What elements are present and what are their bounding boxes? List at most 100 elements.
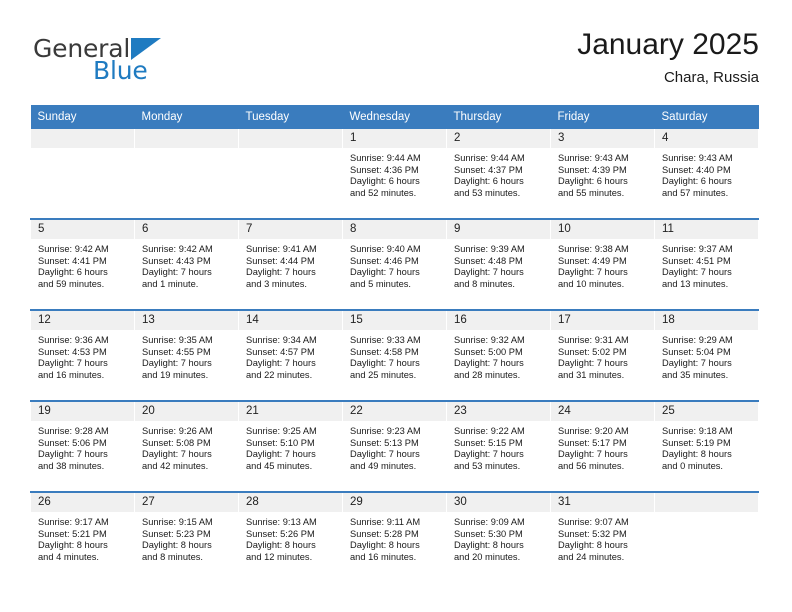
day-cell-inner: 11 Sunrise: 9:37 AM Sunset: 4:51 PM Dayligh… [655, 220, 758, 309]
day-details: Sunrise: 9:33 AM Sunset: 4:58 PM Daylight:… [343, 330, 446, 381]
day-cell-inner: 31 Sunrise: 9:07 AM Sunset: 5:32 PM Dayligh… [551, 493, 654, 582]
day-details: Sunrise: 9:26 AM Sunset: 5:08 PM Daylight:… [135, 421, 238, 472]
calendar-day-cell[interactable]: 14 Sunrise: 9:34 AM Sunset: 4:57 PM Dayligh… [238, 309, 343, 401]
day-detail-line: Sunrise: 9:43 AM [558, 153, 629, 163]
day-detail-line: Daylight: 7 hours [246, 267, 316, 278]
day-detail-line: Sunset: 5:19 PM [662, 437, 731, 448]
calendar-day-cell[interactable]: 4 Sunrise: 9:43 AM Sunset: 4:40 PM Daylight… [654, 129, 759, 219]
day-number: 29 [343, 493, 446, 512]
day-detail-line: Sunset: 4:41 PM [38, 255, 107, 266]
day-detail-line: and 19 minutes. [142, 369, 209, 380]
page-subtitle: Chara, Russia [663, 68, 759, 86]
brand-logo[interactable]: General Blue [33, 36, 213, 92]
day-cell-inner: 17 Sunrise: 9:31 AM Sunset: 5:02 PM Dayligh… [551, 311, 654, 400]
calendar-day-cell[interactable]: 29 Sunrise: 9:11 AM Sunset: 5:28 PM Dayligh… [342, 491, 447, 582]
day-details: Sunrise: 9:37 AM Sunset: 4:51 PM Daylight:… [655, 239, 758, 290]
calendar-day-cell[interactable]: 31 Sunrise: 9:07 AM Sunset: 5:32 PM Dayligh… [550, 491, 655, 582]
calendar-day-cell[interactable]: 6 Sunrise: 9:42 AM Sunset: 4:43 PM Daylight… [134, 218, 239, 310]
day-detail-line: Sunrise: 9:26 AM [142, 426, 213, 436]
day-detail-line: Daylight: 7 hours [142, 358, 212, 369]
calendar-day-cell[interactable]: 15 Sunrise: 9:33 AM Sunset: 4:58 PM Dayligh… [342, 309, 447, 401]
page-title: January 2025 [577, 28, 759, 61]
calendar-day-cell[interactable]: 1 Sunrise: 9:44 AM Sunset: 4:36 PM Daylight… [342, 129, 447, 219]
day-number: 14 [239, 311, 342, 330]
calendar-day-cell[interactable]: 23 Sunrise: 9:22 AM Sunset: 5:15 PM Dayligh… [446, 400, 551, 492]
day-cell-inner: 24 Sunrise: 9:20 AM Sunset: 5:17 PM Dayligh… [551, 402, 654, 491]
day-detail-line: and 25 minutes. [350, 369, 417, 380]
day-detail-line: Sunrise: 9:18 AM [662, 426, 733, 436]
day-detail-line: Sunrise: 9:25 AM [246, 426, 317, 436]
calendar-day-cell[interactable]: 19 Sunrise: 9:28 AM Sunset: 5:06 PM Dayligh… [30, 400, 135, 492]
calendar-week-row: 1 Sunrise: 9:44 AM Sunset: 4:36 PM Daylight… [30, 129, 759, 219]
day-detail-line: and 38 minutes. [38, 460, 105, 471]
calendar-week-row: 12 Sunrise: 9:36 AM Sunset: 4:53 PM Dayligh… [30, 309, 759, 401]
calendar-day-cell[interactable]: 10 Sunrise: 9:38 AM Sunset: 4:49 PM Dayligh… [550, 218, 655, 310]
day-detail-line: Sunrise: 9:38 AM [558, 244, 629, 254]
calendar-day-cell[interactable]: 8 Sunrise: 9:40 AM Sunset: 4:46 PM Daylight… [342, 218, 447, 310]
calendar-day-cell[interactable]: 27 Sunrise: 9:15 AM Sunset: 5:23 PM Dayligh… [134, 491, 239, 582]
day-detail-line: Sunset: 5:28 PM [350, 528, 419, 539]
day-cell-inner [135, 129, 238, 218]
day-cell-inner: 15 Sunrise: 9:33 AM Sunset: 4:58 PM Dayligh… [343, 311, 446, 400]
title-block: January 2025 Chara, Russia [577, 28, 759, 86]
calendar-day-cell[interactable]: 11 Sunrise: 9:37 AM Sunset: 4:51 PM Dayligh… [654, 218, 759, 310]
calendar-table: Sunday Monday Tuesday Wednesday Thursday Frid… [30, 105, 759, 582]
calendar-day-cell[interactable]: 7 Sunrise: 9:41 AM Sunset: 4:44 PM Daylight… [238, 218, 343, 310]
day-cell-inner: 13 Sunrise: 9:35 AM Sunset: 4:55 PM Dayligh… [135, 311, 238, 400]
day-cell-inner: 5 Sunrise: 9:42 AM Sunset: 4:41 PM Daylight… [31, 220, 134, 309]
calendar-day-cell[interactable]: 28 Sunrise: 9:13 AM Sunset: 5:26 PM Dayligh… [238, 491, 343, 582]
day-number: 22 [343, 402, 446, 421]
day-cell-inner [655, 493, 758, 582]
calendar-day-cell[interactable]: 20 Sunrise: 9:26 AM Sunset: 5:08 PM Dayligh… [134, 400, 239, 492]
day-details [135, 148, 238, 153]
day-details: Sunrise: 9:44 AM Sunset: 4:37 PM Daylight:… [447, 148, 550, 199]
day-cell-inner: 26 Sunrise: 9:17 AM Sunset: 5:21 PM Dayligh… [31, 493, 134, 582]
day-cell-inner: 10 Sunrise: 9:38 AM Sunset: 4:49 PM Dayligh… [551, 220, 654, 309]
day-detail-line: Sunset: 4:40 PM [662, 164, 731, 175]
day-cell-inner: 14 Sunrise: 9:34 AM Sunset: 4:57 PM Dayligh… [239, 311, 342, 400]
day-cell-inner [239, 129, 342, 218]
day-details: Sunrise: 9:22 AM Sunset: 5:15 PM Daylight:… [447, 421, 550, 472]
calendar-day-cell[interactable]: 9 Sunrise: 9:39 AM Sunset: 4:48 PM Daylight… [446, 218, 551, 310]
calendar-day-cell[interactable]: 3 Sunrise: 9:43 AM Sunset: 4:39 PM Daylight… [550, 129, 655, 219]
day-detail-line: and 3 minutes. [246, 278, 307, 289]
calendar-day-cell[interactable]: 30 Sunrise: 9:09 AM Sunset: 5:30 PM Dayligh… [446, 491, 551, 582]
day-number: 1 [343, 129, 446, 148]
day-cell-inner: 28 Sunrise: 9:13 AM Sunset: 5:26 PM Dayligh… [239, 493, 342, 582]
day-detail-line: Sunset: 4:49 PM [558, 255, 627, 266]
day-detail-line: and 16 minutes. [350, 551, 417, 562]
day-detail-line: and 53 minutes. [454, 187, 521, 198]
day-detail-line: and 5 minutes. [350, 278, 411, 289]
calendar-day-cell[interactable]: 16 Sunrise: 9:32 AM Sunset: 5:00 PM Dayligh… [446, 309, 551, 401]
day-detail-line: and 28 minutes. [454, 369, 521, 380]
calendar-day-cell[interactable]: 21 Sunrise: 9:25 AM Sunset: 5:10 PM Dayligh… [238, 400, 343, 492]
calendar-day-cell[interactable]: 24 Sunrise: 9:20 AM Sunset: 5:17 PM Dayligh… [550, 400, 655, 492]
calendar-day-cell[interactable]: 18 Sunrise: 9:29 AM Sunset: 5:04 PM Dayligh… [654, 309, 759, 401]
calendar-day-cell[interactable]: 17 Sunrise: 9:31 AM Sunset: 5:02 PM Dayligh… [550, 309, 655, 401]
day-detail-line: Daylight: 6 hours [38, 267, 108, 278]
day-detail-line: and 16 minutes. [38, 369, 105, 380]
day-detail-line: Sunrise: 9:07 AM [558, 517, 629, 527]
day-detail-line: Sunrise: 9:44 AM [350, 153, 421, 163]
day-detail-line: Daylight: 7 hours [558, 449, 628, 460]
day-detail-line: and 1 minute. [142, 278, 199, 289]
day-cell-inner: 19 Sunrise: 9:28 AM Sunset: 5:06 PM Dayligh… [31, 402, 134, 491]
calendar-day-cell[interactable]: 12 Sunrise: 9:36 AM Sunset: 4:53 PM Dayligh… [30, 309, 135, 401]
calendar-day-cell[interactable]: 2 Sunrise: 9:44 AM Sunset: 4:37 PM Daylight… [446, 129, 551, 219]
calendar-day-cell[interactable]: 26 Sunrise: 9:17 AM Sunset: 5:21 PM Dayligh… [30, 491, 135, 582]
day-cell-inner: 18 Sunrise: 9:29 AM Sunset: 5:04 PM Dayligh… [655, 311, 758, 400]
day-details: Sunrise: 9:40 AM Sunset: 4:46 PM Daylight:… [343, 239, 446, 290]
calendar-day-cell[interactable]: 22 Sunrise: 9:23 AM Sunset: 5:13 PM Dayligh… [342, 400, 447, 492]
day-cell-inner: 27 Sunrise: 9:15 AM Sunset: 5:23 PM Dayligh… [135, 493, 238, 582]
calendar-day-cell[interactable]: 25 Sunrise: 9:18 AM Sunset: 5:19 PM Dayligh… [654, 400, 759, 492]
day-details: Sunrise: 9:42 AM Sunset: 4:43 PM Daylight:… [135, 239, 238, 290]
day-number: 31 [551, 493, 654, 512]
day-detail-line: Sunset: 4:58 PM [350, 346, 419, 357]
day-detail-line: Sunrise: 9:37 AM [662, 244, 733, 254]
day-number: 6 [135, 220, 238, 239]
calendar-day-cell[interactable]: 13 Sunrise: 9:35 AM Sunset: 4:55 PM Dayligh… [134, 309, 239, 401]
day-detail-line: Daylight: 7 hours [454, 358, 524, 369]
day-detail-line: Sunrise: 9:31 AM [558, 335, 629, 345]
day-details: Sunrise: 9:44 AM Sunset: 4:36 PM Daylight:… [343, 148, 446, 199]
calendar-day-cell[interactable]: 5 Sunrise: 9:42 AM Sunset: 4:41 PM Daylight… [30, 218, 135, 310]
